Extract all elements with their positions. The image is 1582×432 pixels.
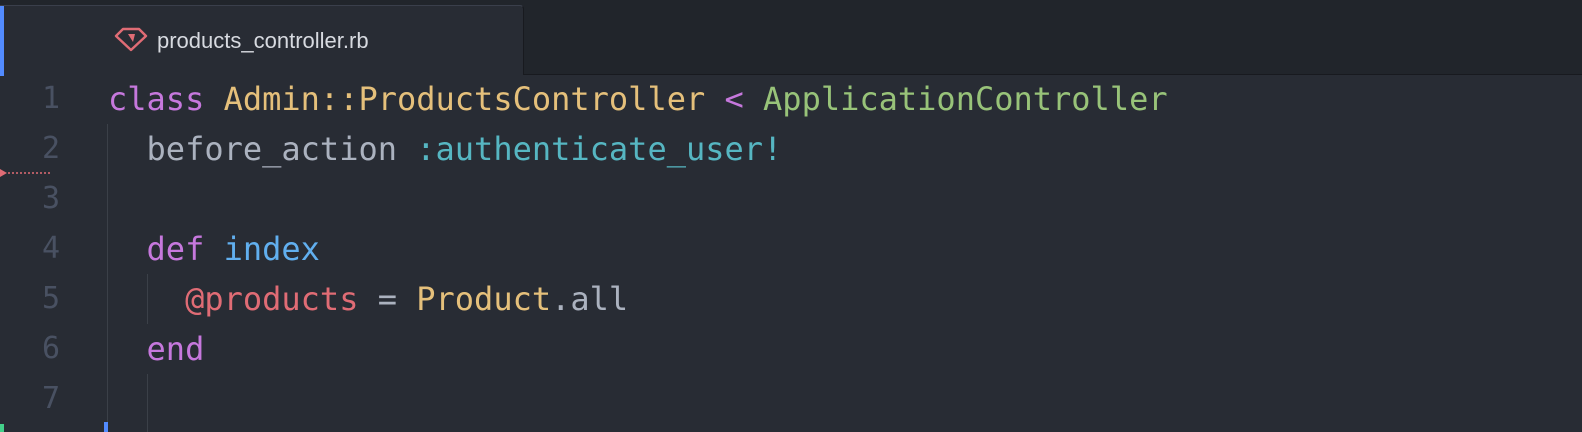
code-line[interactable]: class Admin::ProductsController < Applic… (108, 74, 1168, 124)
line-number: 5 (41, 281, 60, 316)
tab-products-controller[interactable]: products_controller.rb (0, 5, 524, 76)
code-token: class (108, 80, 205, 118)
line-number: 3 (41, 181, 60, 216)
git-added-marker (0, 424, 4, 432)
code-token: index (223, 230, 320, 268)
code-line[interactable]: before_action :authenticate_user! (108, 124, 783, 174)
cursor-line-marker (104, 422, 108, 432)
code-token: :authenticate_user! (416, 130, 783, 168)
code-token: Admin::ProductsController (223, 80, 706, 118)
code-line[interactable]: def index (108, 224, 320, 274)
line-number-gutter: 1 2 3 4 5 6 7 (0, 74, 90, 432)
code-area[interactable]: class Admin::ProductsController < Applic… (108, 74, 1582, 432)
line-number: 6 (41, 331, 60, 366)
code-line[interactable]: end (108, 324, 205, 374)
indent-guide (147, 274, 148, 324)
code-token: end (146, 330, 205, 368)
line-number: 4 (41, 231, 60, 266)
git-modified-marker (0, 169, 50, 177)
code-token: .all (551, 280, 629, 318)
ruby-icon (114, 26, 148, 52)
code-token: @products (185, 280, 359, 318)
line-number: 7 (41, 381, 60, 416)
tab-bar: products_controller.rb (0, 0, 1582, 76)
code-token: = (358, 280, 417, 318)
line-number: 2 (41, 131, 60, 166)
code-editor: products_controller.rb 1 2 3 4 5 6 7 class Adm… (0, 0, 1582, 432)
code-token: ApplicationController (763, 80, 1168, 118)
line-number: 1 (41, 81, 60, 116)
code-token: < (705, 80, 764, 118)
code-token: before_action (108, 130, 417, 168)
tab-title: products_controller.rb (157, 28, 369, 53)
active-tab-indicator (0, 6, 4, 76)
indent-guide (107, 124, 108, 432)
code-token: Product (416, 280, 552, 318)
code-line[interactable]: @products = Product.all (108, 274, 628, 324)
indent-guide (147, 374, 148, 432)
code-token: def (146, 230, 205, 268)
